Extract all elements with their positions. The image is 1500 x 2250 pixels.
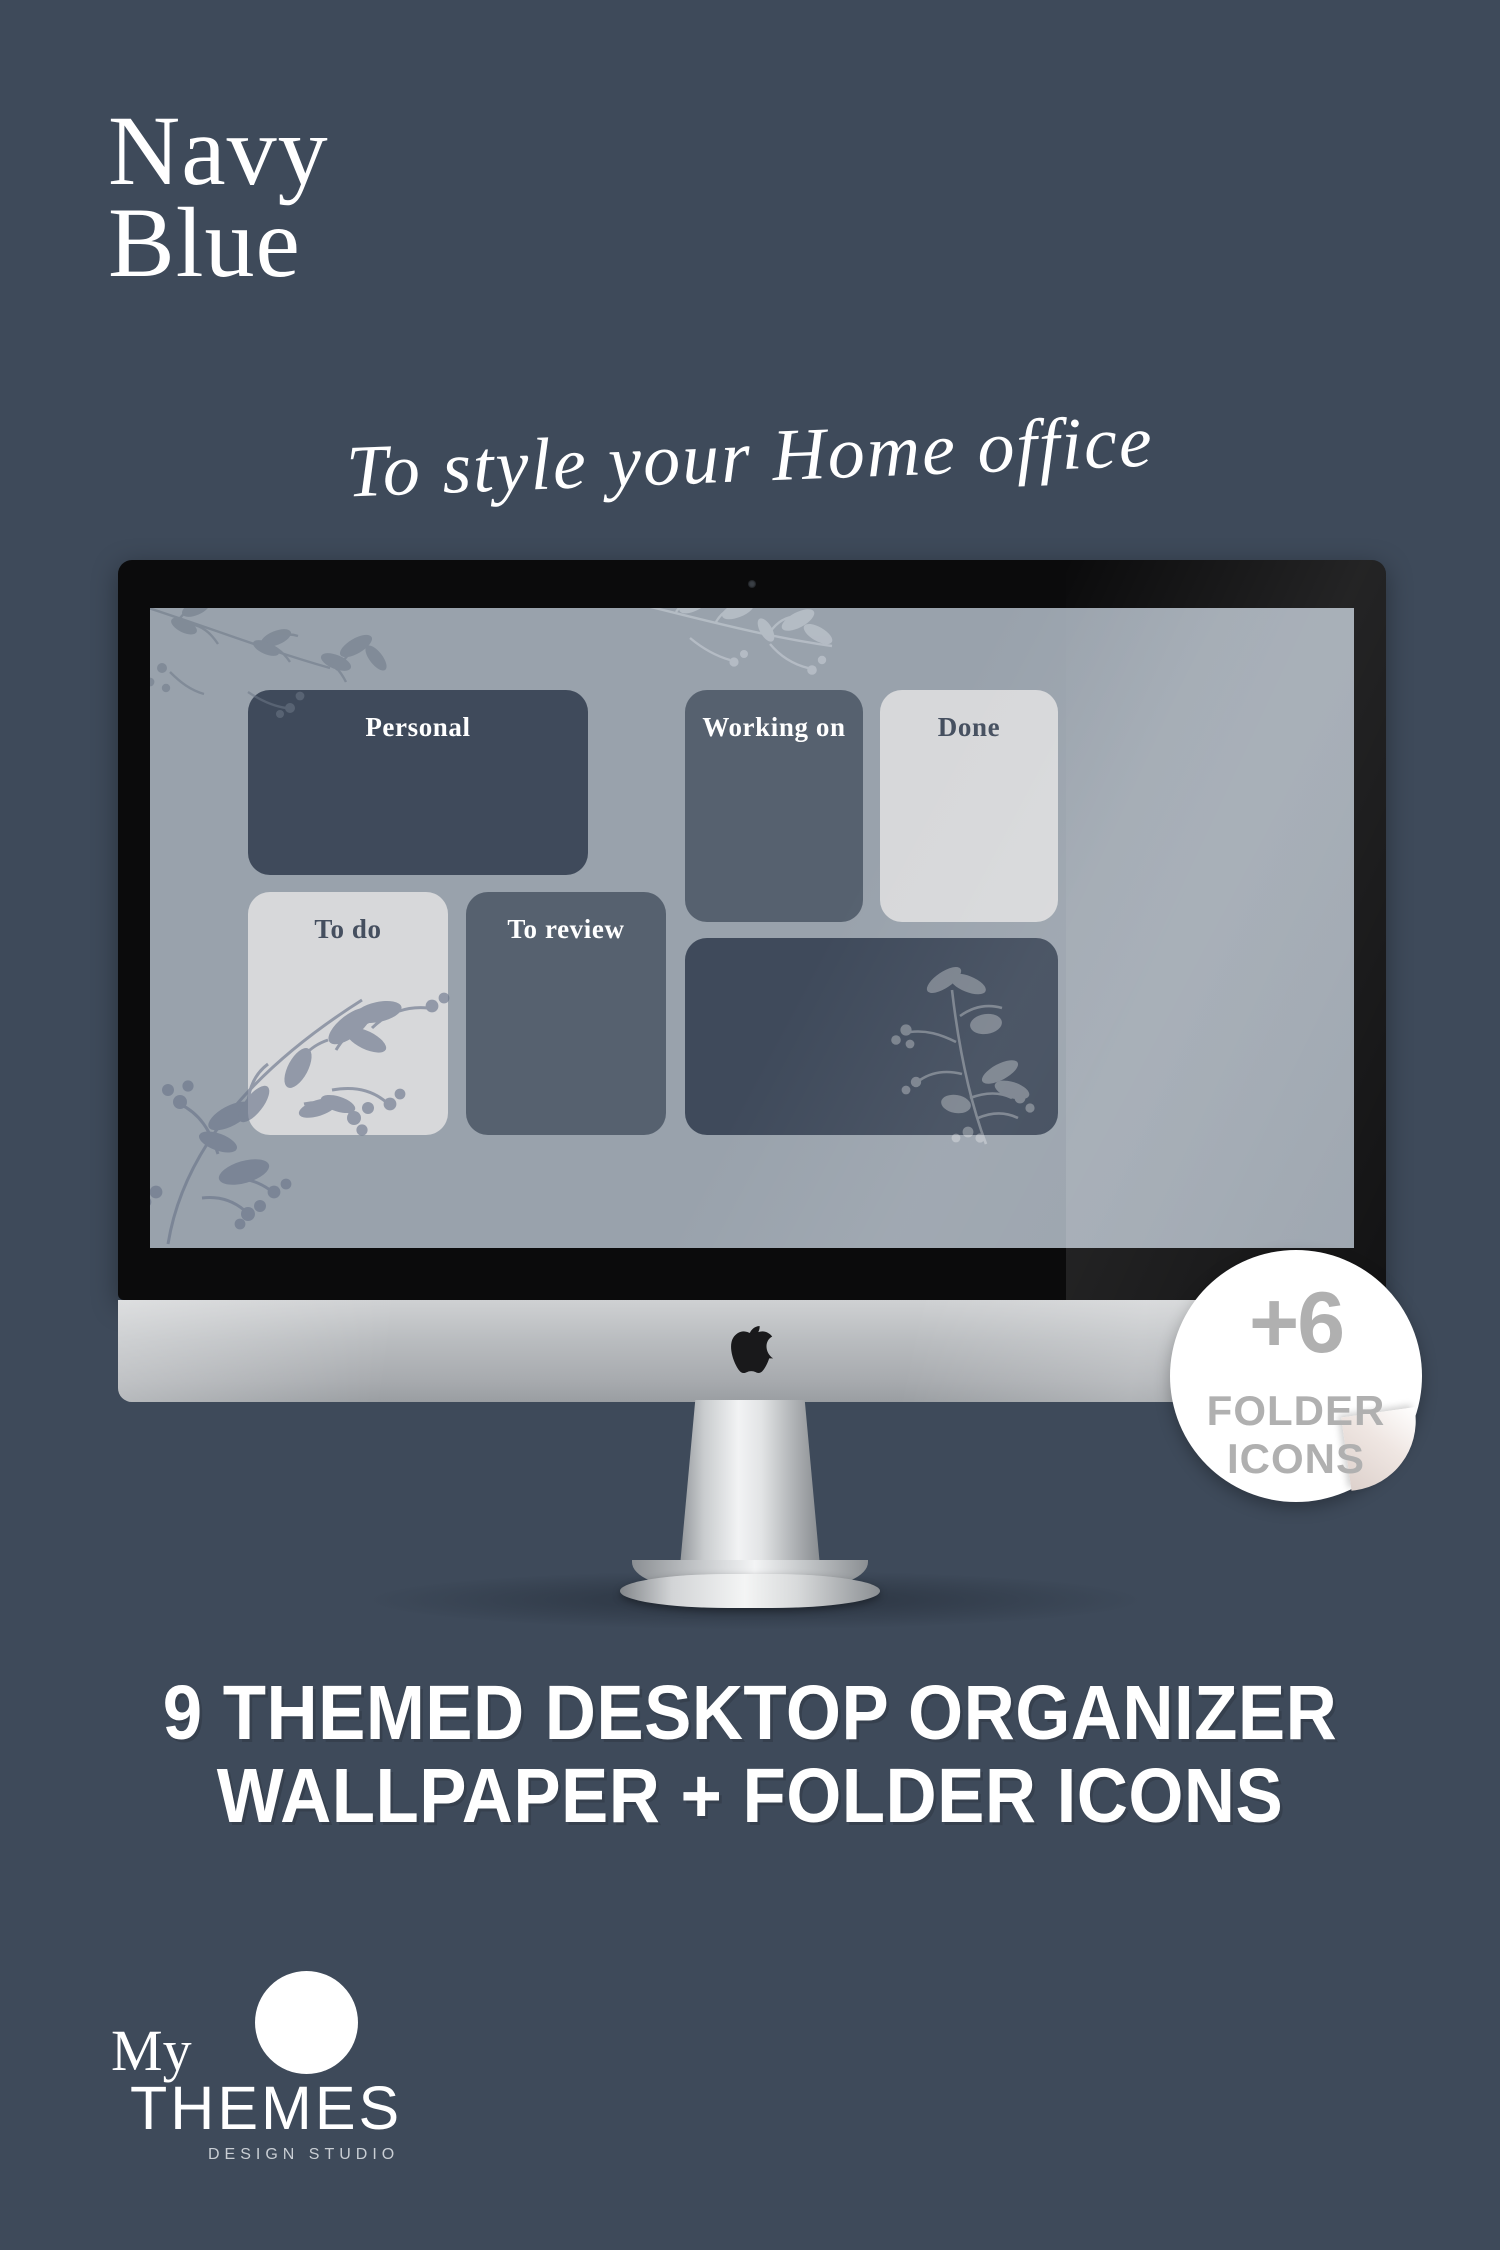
logo-word-themes: THEMES [130, 2074, 403, 2142]
webcam-icon [748, 580, 756, 588]
folder-label: Working on [702, 712, 846, 742]
folder-working-on[interactable]: Working on [685, 690, 863, 922]
bonus-sticker-badge: +6 FOLDER ICONS [1170, 1250, 1425, 1502]
logo-circle-mark-icon [255, 1971, 358, 2074]
brand-logo: My THEMES DESIGN STUDIO [108, 1968, 438, 2168]
folder-done[interactable]: Done [880, 690, 1058, 922]
tagline: To style your Home office [344, 400, 1156, 514]
page-title: Navy Blue [108, 95, 329, 298]
badge-line-one: FOLDER [1206, 1387, 1386, 1434]
folder-label: Personal [365, 712, 471, 742]
folder-label: To do [314, 914, 382, 944]
logo-word-my: My [111, 2018, 192, 2083]
headline: 9 THEMED DESKTOP ORGANIZER WALLPAPER + F… [162, 1670, 1338, 1840]
folder-to-review[interactable]: To review [466, 892, 666, 1135]
folder-to-do[interactable]: To do [248, 892, 448, 1135]
folder-personal[interactable]: Personal [248, 690, 588, 875]
monitor-bezel: Personal To do To review Working on Done [118, 560, 1386, 1300]
apple-logo-icon [731, 1326, 773, 1374]
badge-line-two: ICONS [1226, 1435, 1365, 1482]
folder-untitled-wide[interactable] [685, 938, 1058, 1135]
folder-label: To review [507, 914, 625, 944]
folder-label: Done [937, 712, 1001, 742]
logo-tagline: DESIGN STUDIO [208, 2146, 400, 2163]
desktop-wallpaper: Personal To do To review Working on Done [150, 608, 1354, 1248]
badge-count: +6 [1248, 1275, 1345, 1371]
monitor-stand-base [620, 1574, 880, 1608]
